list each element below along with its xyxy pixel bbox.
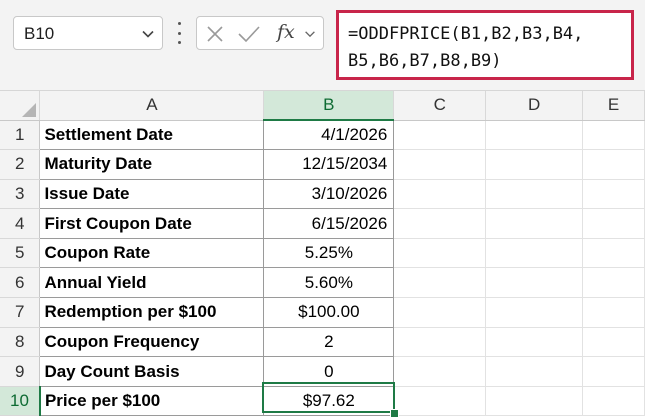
row-header[interactable]: 10 bbox=[0, 386, 41, 417]
row-header[interactable]: 6 bbox=[0, 267, 41, 299]
fill-handle[interactable] bbox=[390, 409, 399, 418]
row-header[interactable]: 5 bbox=[0, 238, 41, 269]
row-header[interactable]: 7 bbox=[0, 297, 41, 328]
empty-cell[interactable] bbox=[485, 208, 584, 239]
column-header-e[interactable]: E bbox=[582, 91, 645, 121]
column-header-a[interactable]: A bbox=[39, 91, 265, 121]
cell-value[interactable]: $100.00 bbox=[263, 297, 395, 328]
formula-buttons: fx bbox=[196, 16, 324, 50]
empty-cell[interactable] bbox=[582, 297, 645, 328]
row-header[interactable]: 4 bbox=[0, 208, 41, 239]
empty-cell[interactable] bbox=[393, 179, 487, 210]
select-all-corner[interactable] bbox=[0, 91, 41, 121]
row-header[interactable]: 2 bbox=[0, 149, 41, 180]
empty-cell[interactable] bbox=[582, 267, 645, 299]
empty-cell[interactable] bbox=[582, 120, 645, 151]
cell-value[interactable]: 0 bbox=[263, 356, 395, 387]
empty-cell[interactable] bbox=[485, 297, 584, 328]
cell-label[interactable]: Redemption per $100 bbox=[39, 297, 265, 328]
empty-cell[interactable] bbox=[393, 356, 487, 387]
cell-value[interactable]: 5.60% bbox=[263, 267, 395, 299]
empty-cell[interactable] bbox=[582, 356, 645, 387]
table-row: 8 Coupon Frequency 2 bbox=[0, 326, 645, 358]
cell-value[interactable]: 6/15/2026 bbox=[263, 208, 395, 239]
cell-label[interactable]: Maturity Date bbox=[39, 149, 265, 180]
table-row: 2 Maturity Date 12/15/2034 bbox=[0, 149, 645, 180]
empty-cell[interactable] bbox=[393, 208, 487, 239]
cell-label[interactable]: Price per $100 bbox=[39, 385, 265, 417]
formula-text: =ODDFPRICE(B1,B2,B3,B4, B5,B6,B7,B8,B9) bbox=[348, 24, 584, 71]
empty-cell[interactable] bbox=[485, 386, 584, 417]
chevron-down-icon[interactable] bbox=[303, 27, 317, 41]
row-header[interactable]: 3 bbox=[0, 179, 41, 210]
table-row: 1 Settlement Date 4/1/2026 bbox=[0, 119, 645, 151]
empty-cell[interactable] bbox=[582, 386, 645, 417]
formula-bar-area: B10 fx =ODDFPRICE(B1,B2,B3,B4, B5,B6,B7,… bbox=[0, 0, 645, 91]
spreadsheet-grid: A B C D E 1 Settlement Date 4/1/2026 2 Matur… bbox=[0, 91, 645, 418]
empty-cell[interactable] bbox=[582, 208, 645, 239]
empty-cell[interactable] bbox=[393, 267, 487, 299]
column-header-c[interactable]: C bbox=[393, 91, 487, 121]
table-row: 4 First Coupon Date 6/15/2026 bbox=[0, 208, 645, 239]
cancel-icon[interactable] bbox=[205, 24, 225, 44]
cell-label[interactable]: Settlement Date bbox=[39, 119, 265, 151]
cell-label[interactable]: Coupon Rate bbox=[39, 237, 265, 269]
cell-value[interactable]: 4/1/2026 bbox=[263, 119, 395, 151]
enter-check-icon[interactable] bbox=[237, 24, 261, 44]
row-header[interactable]: 8 bbox=[0, 327, 41, 358]
empty-cell[interactable] bbox=[393, 238, 487, 269]
table-row: 10 Price per $100 $97.62 bbox=[0, 385, 645, 417]
empty-cell[interactable] bbox=[393, 297, 487, 328]
table-row: 9 Day Count Basis 0 bbox=[0, 356, 645, 387]
cell-label[interactable]: Issue Date bbox=[39, 178, 265, 210]
empty-cell[interactable] bbox=[485, 267, 584, 299]
formula-input[interactable]: =ODDFPRICE(B1,B2,B3,B4, B5,B6,B7,B8,B9) bbox=[336, 10, 634, 80]
cell-label[interactable]: First Coupon Date bbox=[39, 208, 265, 239]
empty-cell[interactable] bbox=[393, 120, 487, 151]
empty-cell[interactable] bbox=[485, 238, 584, 269]
empty-cell[interactable] bbox=[485, 327, 584, 358]
more-options-icon[interactable] bbox=[174, 22, 184, 44]
chevron-down-icon[interactable] bbox=[140, 26, 156, 42]
empty-cell[interactable] bbox=[393, 149, 487, 180]
column-header-d[interactable]: D bbox=[485, 91, 584, 121]
empty-cell[interactable] bbox=[485, 356, 584, 387]
cell-value[interactable]: 12/15/2034 bbox=[263, 149, 395, 180]
cell-label[interactable]: Annual Yield bbox=[39, 267, 265, 299]
cell-label[interactable]: Day Count Basis bbox=[39, 356, 265, 387]
cell-value[interactable]: 5.25% bbox=[263, 237, 395, 269]
empty-cell[interactable] bbox=[485, 149, 584, 180]
cell-value[interactable]: 3/10/2026 bbox=[263, 178, 395, 210]
insert-function-icon[interactable]: fx bbox=[277, 21, 295, 43]
empty-cell[interactable] bbox=[393, 327, 487, 358]
empty-cell[interactable] bbox=[485, 179, 584, 210]
cell-value[interactable]: 2 bbox=[263, 326, 395, 358]
empty-cell[interactable] bbox=[582, 179, 645, 210]
name-box[interactable]: B10 bbox=[13, 16, 163, 50]
table-row: 5 Coupon Rate 5.25% bbox=[0, 237, 645, 269]
cell-label[interactable]: Coupon Frequency bbox=[39, 326, 265, 358]
empty-cell[interactable] bbox=[582, 149, 645, 180]
cell-value[interactable]: $97.62 bbox=[263, 385, 395, 417]
table-row: 3 Issue Date 3/10/2026 bbox=[0, 178, 645, 210]
empty-cell[interactable] bbox=[582, 327, 645, 358]
row-header[interactable]: 1 bbox=[0, 120, 41, 151]
column-header-b[interactable]: B bbox=[263, 91, 395, 121]
empty-cell[interactable] bbox=[393, 386, 487, 417]
name-box-value: B10 bbox=[24, 24, 55, 43]
table-row: 7 Redemption per $100 $100.00 bbox=[0, 297, 645, 328]
empty-cell[interactable] bbox=[485, 120, 584, 151]
empty-cell[interactable] bbox=[582, 238, 645, 269]
table-row: 6 Annual Yield 5.60% bbox=[0, 267, 645, 299]
row-header[interactable]: 9 bbox=[0, 356, 41, 387]
